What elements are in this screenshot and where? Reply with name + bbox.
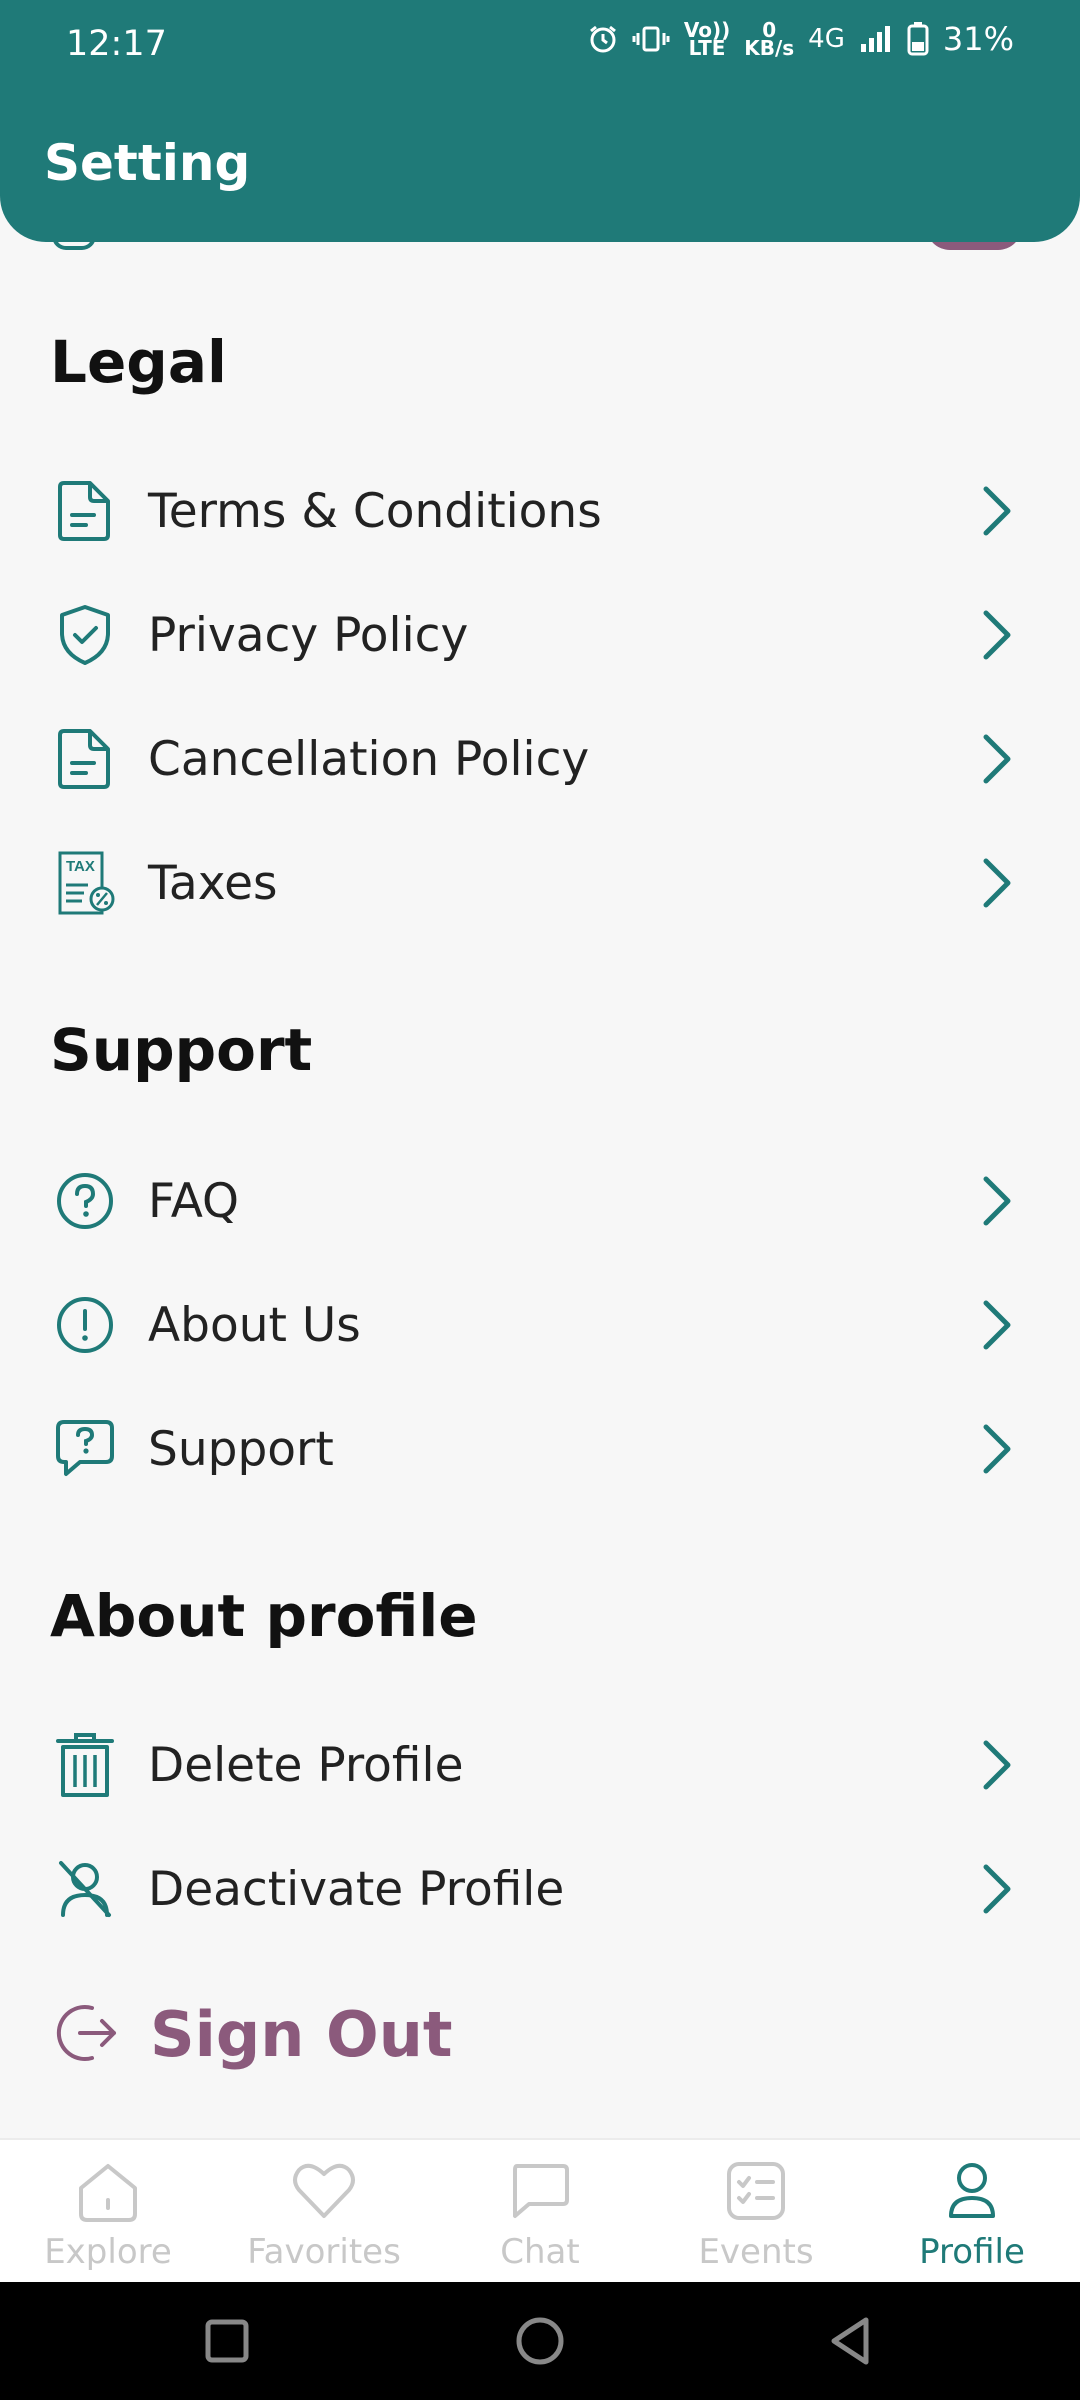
section-title-about-profile: About profile <box>50 1582 478 1650</box>
tab-explore[interactable]: Explore <box>0 2140 216 2282</box>
question-circle-icon <box>52 1168 118 1234</box>
chevron-right-icon <box>983 610 1011 660</box>
alarm-icon <box>589 25 616 53</box>
tax-icon-text: TAX <box>66 858 95 875</box>
status-bar: 12:17 Vo)) LTE 0 KB/s 4G 31% <box>0 0 1080 90</box>
menu-item-label: Support <box>148 1421 334 1477</box>
chevron-right-icon <box>983 1176 1011 1226</box>
question-chat-icon <box>52 1416 118 1482</box>
chevron-right-icon <box>983 1424 1011 1474</box>
menu-item-deactivate-profile[interactable]: Deactivate Profile <box>0 1834 1080 1944</box>
checklist-icon <box>727 2162 785 2220</box>
menu-item-privacy-policy[interactable]: Privacy Policy <box>0 580 1080 690</box>
tab-favorites[interactable]: Favorites <box>216 2140 432 2282</box>
menu-item-label: Privacy Policy <box>148 607 469 663</box>
volte-line2: LTE <box>688 36 726 60</box>
vibrate-icon <box>632 26 670 52</box>
tab-events[interactable]: Events <box>648 2140 864 2282</box>
logout-icon <box>56 2005 116 2061</box>
heart-icon <box>293 2163 355 2218</box>
network-speed: 0 KB/s <box>744 20 795 60</box>
section-title-legal: Legal <box>50 328 227 396</box>
menu-item-label: Delete Profile <box>148 1737 464 1793</box>
tax-icon: TAX <box>52 850 118 916</box>
settings-list: Legal Terms & Conditions Privacy Policy … <box>0 242 1080 2138</box>
chevron-right-icon <box>983 734 1011 784</box>
system-navigation-bar <box>0 2282 1080 2400</box>
status-icons: Vo)) LTE 0 KB/s 4G 31% <box>588 20 1014 58</box>
menu-item-label: About Us <box>148 1297 361 1353</box>
tab-label: Profile <box>919 2232 1025 2272</box>
menu-item-cancellation-policy[interactable]: Cancellation Policy <box>0 704 1080 814</box>
menu-item-delete-profile[interactable]: Delete Profile <box>0 1710 1080 1820</box>
user-icon <box>949 2163 995 2218</box>
menu-item-label: Terms & Conditions <box>148 483 602 539</box>
recent-apps-icon[interactable] <box>198 2312 256 2370</box>
chevron-right-icon <box>983 1300 1011 1350</box>
home-button-icon[interactable] <box>511 2312 569 2370</box>
tab-chat[interactable]: Chat <box>432 2140 648 2282</box>
tab-label: Explore <box>44 2232 172 2272</box>
sign-out-button[interactable]: Sign Out <box>0 1972 1080 2092</box>
menu-item-terms[interactable]: Terms & Conditions <box>0 456 1080 566</box>
menu-item-label: Cancellation Policy <box>148 731 590 787</box>
tab-label: Events <box>698 2232 814 2272</box>
app-header: 12:17 Vo)) LTE 0 KB/s 4G 31% Setting <box>0 0 1080 242</box>
bottom-tab-bar: Explore Favorites Chat Events Profile <box>0 2138 1080 2282</box>
tab-label: Chat <box>500 2232 580 2272</box>
menu-item-about-us[interactable]: About Us <box>0 1270 1080 1380</box>
back-icon[interactable] <box>822 2312 880 2370</box>
status-time: 12:17 <box>66 24 167 64</box>
info-circle-icon <box>52 1292 118 1358</box>
chevron-right-icon <box>983 858 1011 908</box>
chevron-right-icon <box>983 1740 1011 1790</box>
page-title: Setting <box>44 134 251 192</box>
battery-level: 31% <box>942 20 1014 58</box>
document-icon <box>52 726 118 792</box>
menu-item-label: FAQ <box>148 1173 240 1229</box>
menu-item-support[interactable]: Support <box>0 1394 1080 1504</box>
menu-item-label: Deactivate Profile <box>148 1861 565 1917</box>
home-icon <box>79 2164 137 2222</box>
signal-icon <box>860 26 890 52</box>
tab-label: Favorites <box>247 2232 401 2272</box>
chevron-right-icon <box>983 486 1011 536</box>
chevron-right-icon <box>983 1864 1011 1914</box>
network-type: 4G <box>808 24 845 54</box>
user-off-icon <box>52 1856 118 1922</box>
menu-item-taxes[interactable]: TAX Taxes <box>0 828 1080 938</box>
chat-icon <box>513 2164 569 2218</box>
trash-icon <box>52 1732 118 1798</box>
shield-check-icon <box>52 602 118 668</box>
volte-indicator: Vo)) LTE <box>684 20 730 60</box>
sign-out-label: Sign Out <box>150 1998 453 2071</box>
document-icon <box>52 478 118 544</box>
network-speed-unit: KB/s <box>744 36 795 60</box>
menu-item-faq[interactable]: FAQ <box>0 1146 1080 1256</box>
tab-profile[interactable]: Profile <box>864 2140 1080 2282</box>
section-title-support: Support <box>50 1016 313 1084</box>
battery-icon <box>907 22 929 56</box>
menu-item-label: Taxes <box>148 855 278 911</box>
